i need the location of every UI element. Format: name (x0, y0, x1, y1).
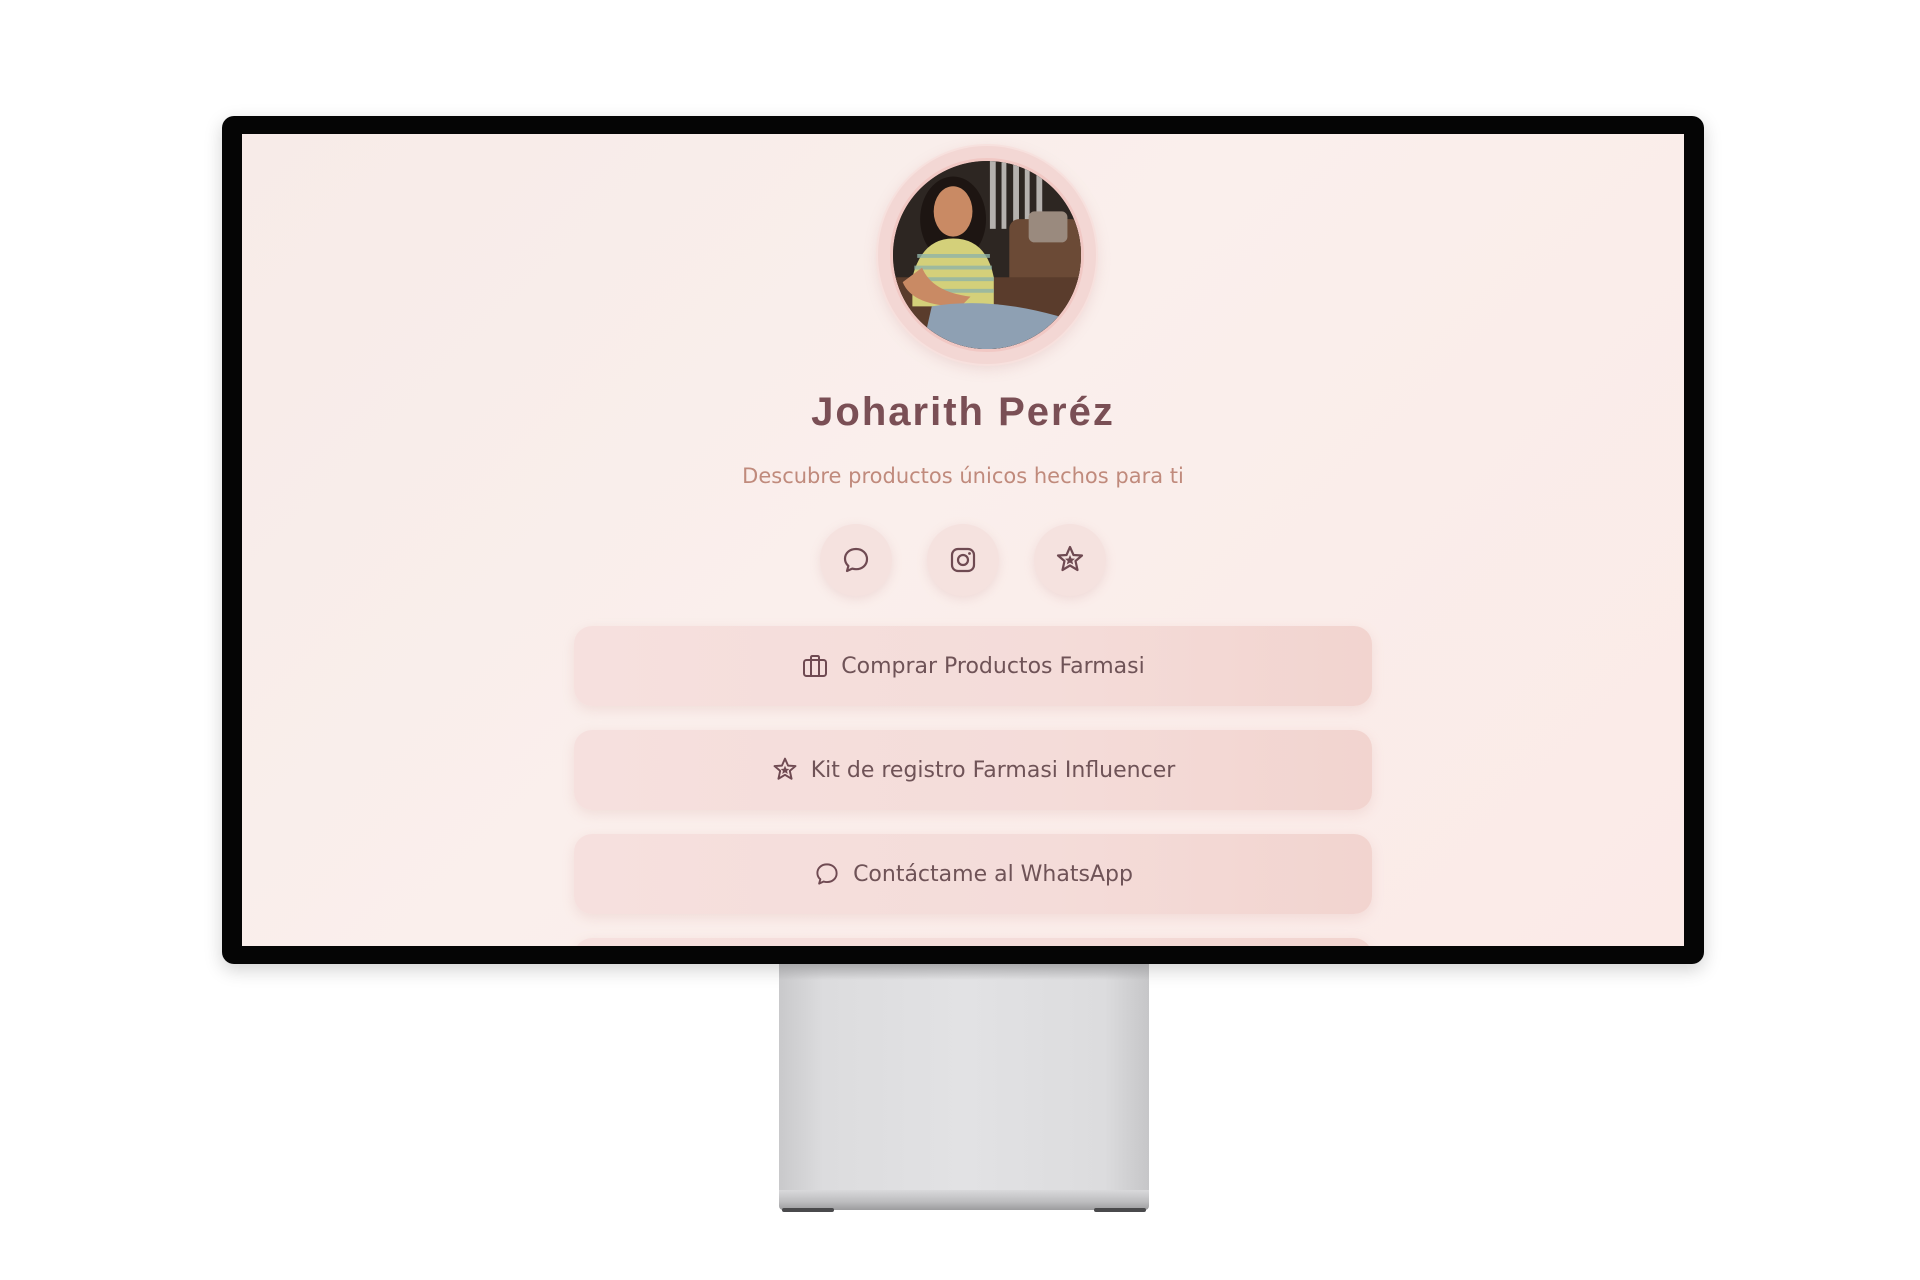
link-label: Contáctame al WhatsApp (853, 861, 1133, 887)
whatsapp-icon (843, 547, 869, 573)
profile-name: Joharith Peréz (811, 390, 1115, 434)
monitor-stand-base (779, 1190, 1149, 1210)
monitor-bezel: Joharith Peréz Descubre productos únicos… (222, 116, 1704, 964)
stand-foot-right (1094, 1208, 1146, 1212)
whatsapp-social-button[interactable] (820, 524, 892, 596)
stand-foot-left (782, 1208, 834, 1212)
star-social-button[interactable] (1034, 524, 1106, 596)
monitor-stand (779, 964, 1149, 1192)
instagram-icon (950, 547, 976, 573)
link-label: Kit de registro Farmasi Influencer (810, 757, 1176, 783)
stage: Joharith Peréz Descubre productos únicos… (0, 0, 1920, 1280)
link-comprar-productos[interactable]: Comprar Productos Farmasi (574, 626, 1372, 706)
link-label: Comprar Productos Farmasi (841, 653, 1145, 679)
instagram-social-button[interactable] (927, 524, 999, 596)
avatar (890, 158, 1084, 352)
avatar-ring (878, 146, 1096, 364)
star-badge-icon (773, 757, 797, 780)
profile-tagline: Descubre productos únicos hechos para ti (742, 464, 1184, 488)
link-kit-registro[interactable]: Kit de registro Farmasi Influencer (574, 730, 1372, 810)
link-partial[interactable] (574, 938, 1372, 946)
avatar-photo (893, 161, 1081, 349)
link-list: Comprar Productos Farmasi Kit de registr… (574, 626, 1372, 946)
screen: Joharith Peréz Descubre productos únicos… (242, 134, 1684, 946)
social-icons-row (242, 524, 1684, 596)
link-whatsapp-contact[interactable]: Contáctame al WhatsApp (574, 834, 1372, 914)
whatsapp-icon (816, 863, 838, 885)
star-badge-icon (1056, 545, 1084, 572)
shopping-bag-icon (803, 655, 828, 677)
